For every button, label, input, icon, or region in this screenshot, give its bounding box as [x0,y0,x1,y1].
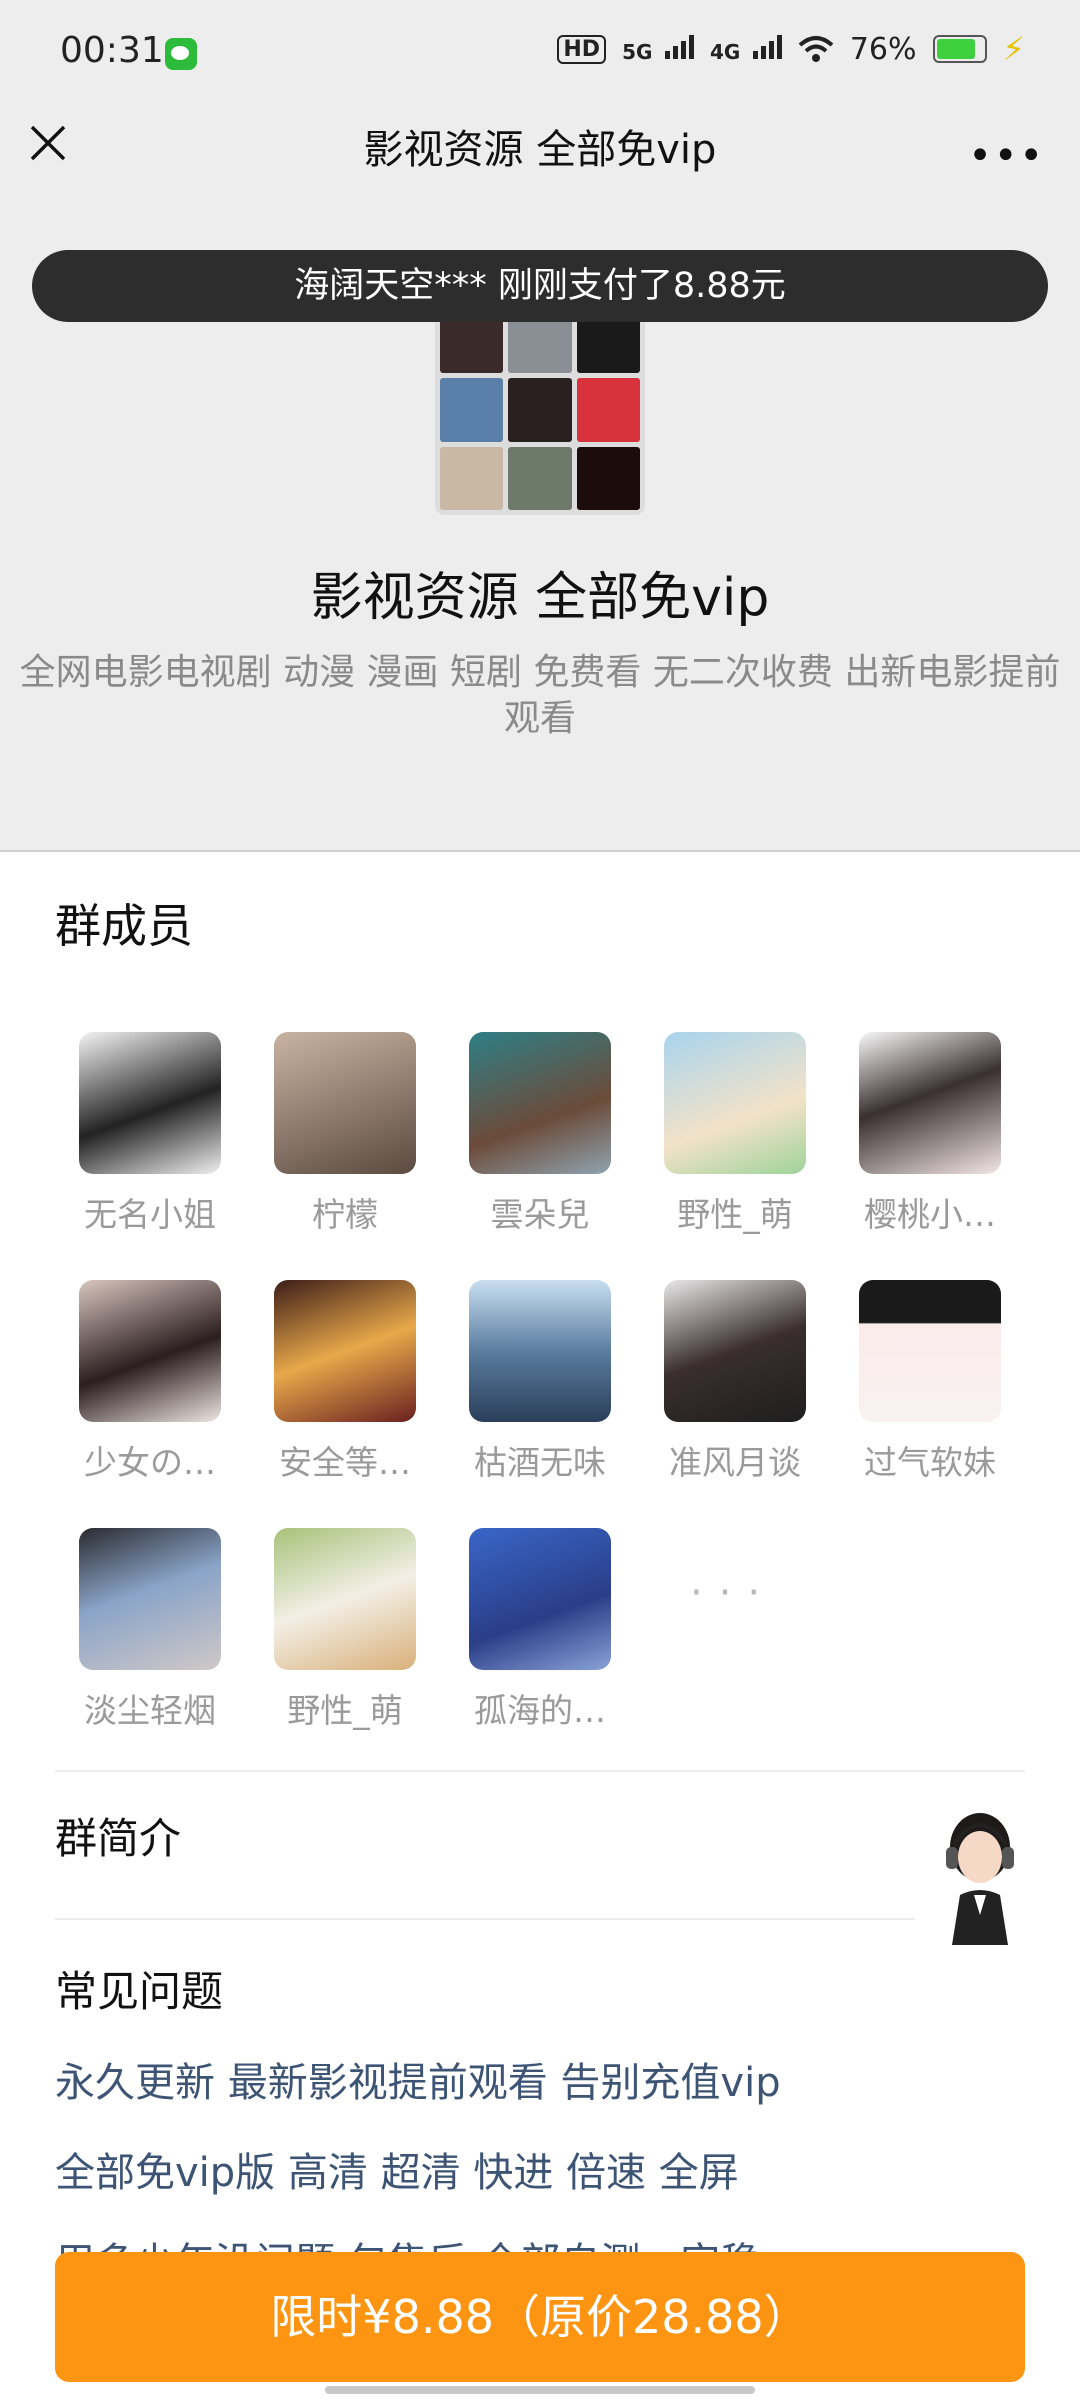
signal-5g-label: 5G [622,39,653,64]
home-indicator[interactable] [325,2386,755,2394]
divider [55,1918,915,1920]
avatar [469,1280,611,1422]
member-item[interactable]: 淡尘轻烟 [60,1528,240,1732]
member-name: 安全等… [279,1443,411,1482]
member-name: 准风月谈 [669,1443,801,1482]
status-indicators: HD 5G 4G 76% ⚡ [557,30,1025,68]
group-header: 海阔天空*** 刚刚支付了8.88元 影视资源 全部免vip 全网电影电视剧 动… [0,205,1080,852]
member-name: 孤海的… [474,1691,606,1730]
member-item[interactable]: 无名小姐 [60,1032,240,1236]
member-name: 淡尘轻烟 [84,1691,216,1730]
group-avatar [435,305,645,515]
charging-icon: ⚡ [1002,30,1025,68]
member-name: 雲朵兒 [490,1195,590,1234]
avatar [859,1280,1001,1422]
member-item[interactable]: 野性_萌 [645,1032,825,1236]
member-item[interactable]: 过气软妹 [840,1280,1020,1484]
battery-icon [932,35,987,63]
member-item[interactable]: 准风月谈 [645,1280,825,1484]
member-item[interactable]: 少女の… [60,1280,240,1484]
member-name: 野性_萌 [287,1691,403,1730]
avatar [469,1528,611,1670]
member-item[interactable]: 安全等… [255,1280,435,1484]
avatar [274,1528,416,1670]
avatar [664,1280,806,1422]
member-item[interactable]: 枯酒无味 [450,1280,630,1484]
avatar [274,1032,416,1174]
group-intro-title: 群简介 [55,1814,182,1863]
member-name: 柠檬 [312,1195,378,1234]
avatar [859,1032,1001,1174]
member-name: 野性_萌 [677,1195,793,1234]
group-description: 全网电影电视剧 动漫 漫画 短剧 免费看 无二次收费 出新电影提前观看 [19,652,1061,739]
buy-button[interactable]: 限时¥8.88（原价28.88） [55,2252,1025,2382]
wifi-icon [798,36,834,62]
faq-line: 全部免vip版 高清 超清 快进 倍速 全屏 [55,2150,739,2196]
customer-service-icon[interactable] [930,1805,1030,1945]
avatar [664,1032,806,1174]
avatar [79,1280,221,1422]
avatar [274,1280,416,1422]
avatar [79,1032,221,1174]
nav-bar: 影视资源 全部免vip ••• [0,105,1080,205]
faq-title: 常见问题 [55,1967,224,2016]
nav-title: 影视资源 全部免vip [363,127,717,173]
signal-4g-icon: 4G [710,32,782,67]
member-item[interactable]: 樱桃小… [840,1032,1020,1236]
member-item[interactable]: 孤海的… [450,1528,630,1732]
more-members-button[interactable]: ··· [690,1570,776,1616]
wechat-icon [165,38,197,70]
faq-line: 永久更新 最新影视提前观看 告别充值vip [55,2060,781,2106]
hd-icon: HD [557,34,607,64]
member-name: 过气软妹 [864,1443,996,1482]
status-bar: 00:31 HD 5G 4G 76% ⚡ [0,0,1080,105]
member-item[interactable]: 雲朵兒 [450,1032,630,1236]
group-name: 影视资源 全部免vip [310,568,770,628]
avatar [469,1032,611,1174]
status-time: 00:31 [60,30,164,71]
battery-percent: 76% [849,31,917,67]
signal-4g-label: 4G [709,39,741,64]
member-name: 樱桃小… [864,1195,996,1234]
member-name: 少女の… [84,1443,216,1482]
divider [55,1770,1025,1772]
member-item[interactable]: 野性_萌 [255,1528,435,1732]
signal-5g-icon: 5G [622,32,694,67]
avatar [79,1528,221,1670]
payment-toast: 海阔天空*** 刚刚支付了8.88元 [32,250,1048,322]
member-name: 枯酒无味 [474,1443,606,1482]
member-item[interactable]: 柠檬 [255,1032,435,1236]
member-name: 无名小姐 [84,1195,216,1234]
more-icon[interactable]: ••• [968,133,1045,179]
members-title: 群成员 [55,899,193,953]
